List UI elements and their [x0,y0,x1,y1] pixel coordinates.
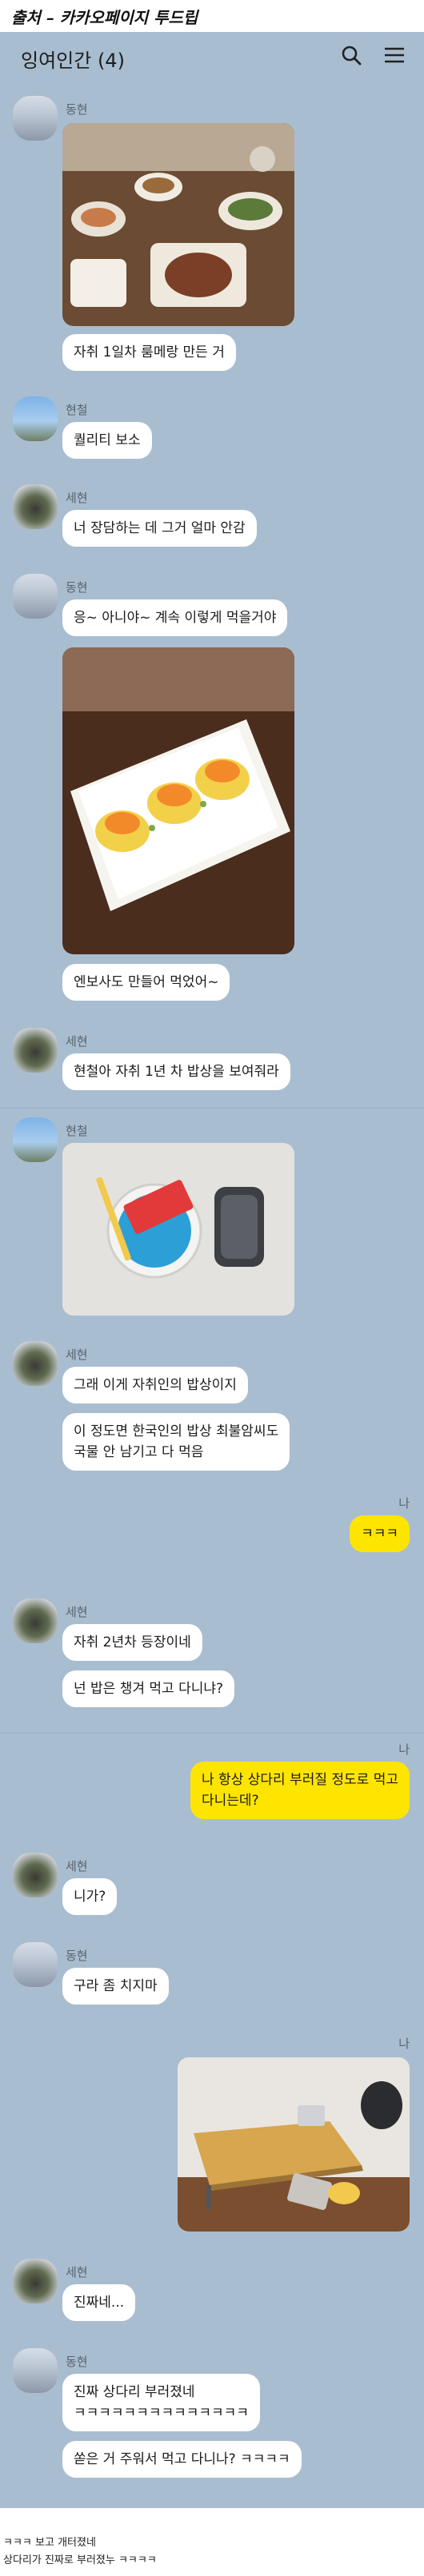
avatar-sehyeon[interactable] [13,1599,58,1643]
message-bubble[interactable]: 그래 이게 자취인의 밥상이지 [62,1367,248,1403]
comment-footer: ㅋㅋㅋ 보고 개터졌네 상다리가 진짜로 부러졌누 ㅋㅋㅋㅋ [0,2508,424,2576]
sender-name: 세현 [66,1348,88,1362]
sender-name: 세현 [66,491,88,505]
sender-name: 동현 [66,2355,88,2369]
avatar-hyeoncheol[interactable] [13,396,58,441]
avatar-hyeoncheol[interactable] [13,1117,58,1162]
egg-sandwich-plate-photo[interactable] [62,647,294,954]
comment-line: 상다리가 진짜로 부러졌누 ㅋㅋㅋㅋ [3,2554,157,2566]
chat-room-title: 잉여인간 (4) [21,50,125,72]
message-bubble[interactable]: 응~ 아니야~ 계속 이렇게 먹을거야 [62,599,288,636]
avatar-sehyeon[interactable] [13,1853,58,1897]
source-caption: 출처 – 카카오페이지 투드립 [11,8,198,27]
message-bubble[interactable]: 구라 좀 치지마 [62,1968,169,2005]
hamburger-menu-icon[interactable] [382,43,406,67]
sender-name: 동현 [66,1949,88,1963]
message-bubble[interactable]: 니가? [62,1878,118,1915]
avatar-sehyeon[interactable] [13,484,58,529]
avatar-sehyeon[interactable] [13,2259,58,2303]
sender-name: 현철 [66,403,88,417]
message-bubble[interactable]: 너 장담하는 데 그거 얼마 안감 [62,510,257,547]
sender-name-me: 나 [398,2037,410,2051]
message-bubble[interactable]: 진짜 상다리 부러졌네 ㅋㅋㅋㅋㅋㅋㅋㅋㅋㅋㅋㅋㅋㅋ [62,2374,260,2431]
chat-messages[interactable]: 동현 자취 1일차 룸메랑 만든 거 현철 퀄리티 보소 세현 너 장담하는 데… [0,78,424,2508]
message-bubble[interactable]: 현철아 자취 1년 차 밥상을 보여줘라 [62,1053,290,1090]
avatar-sehyeon[interactable] [13,1341,58,1386]
avatar-donghyun[interactable] [13,96,58,141]
broken-table-photo[interactable] [178,2057,410,2232]
message-bubble[interactable]: 넌 밥은 챙겨 먹고 다니냐? [62,1670,235,1707]
message-bubble[interactable]: 이 정도면 한국인의 밥상 최불암씨도 국물 안 남기고 다 먹음 [62,1413,290,1471]
source-banner: 출처 – 카카오페이지 투드립 [0,0,424,32]
sender-name-me: 나 [398,1742,410,1757]
chat-header: 잉여인간 (4) [0,32,424,78]
sender-name-me: 나 [398,1496,410,1511]
sender-name: 현철 [66,1124,88,1138]
chat-divider [0,1733,424,1734]
message-bubble[interactable]: 진짜네... [62,2284,136,2321]
avatar-donghyun[interactable] [13,1942,58,1987]
avatar-donghyun[interactable] [13,2348,58,2393]
avatar-donghyun[interactable] [13,574,58,619]
message-bubble[interactable]: 자취 2년차 등장이네 [62,1624,202,1661]
sender-name: 동현 [66,580,88,595]
sender-name: 세현 [66,1605,88,1619]
message-bubble[interactable]: 자취 1일차 룸메랑 만든 거 [62,334,236,371]
home-cooked-dinner-table-photo[interactable] [62,123,294,326]
cup-noodle-and-rice-photo[interactable] [62,1143,294,1316]
message-bubble[interactable]: 엔보사도 만들어 먹었어~ [62,964,230,1001]
sender-name: 세현 [66,1034,88,1049]
avatar-sehyeon[interactable] [13,1028,58,1073]
sender-name: 동현 [66,102,88,117]
my-message-bubble[interactable]: 나 항상 상다리 부러질 정도로 먹고 다니는데? [190,1762,410,1819]
message-bubble[interactable]: 퀄리티 보소 [62,422,152,459]
sender-name: 세현 [66,2265,88,2279]
my-message-bubble[interactable]: ㅋㅋㅋ [350,1515,410,1552]
search-icon[interactable] [339,43,363,67]
chat-divider [0,1108,424,1109]
comment-line: ㅋㅋㅋ 보고 개터졌네 [3,2537,96,2549]
message-bubble[interactable]: 쏟은 거 주워서 먹고 다니나? ㅋㅋㅋㅋ [62,2441,302,2478]
sender-name: 세현 [66,1859,88,1873]
